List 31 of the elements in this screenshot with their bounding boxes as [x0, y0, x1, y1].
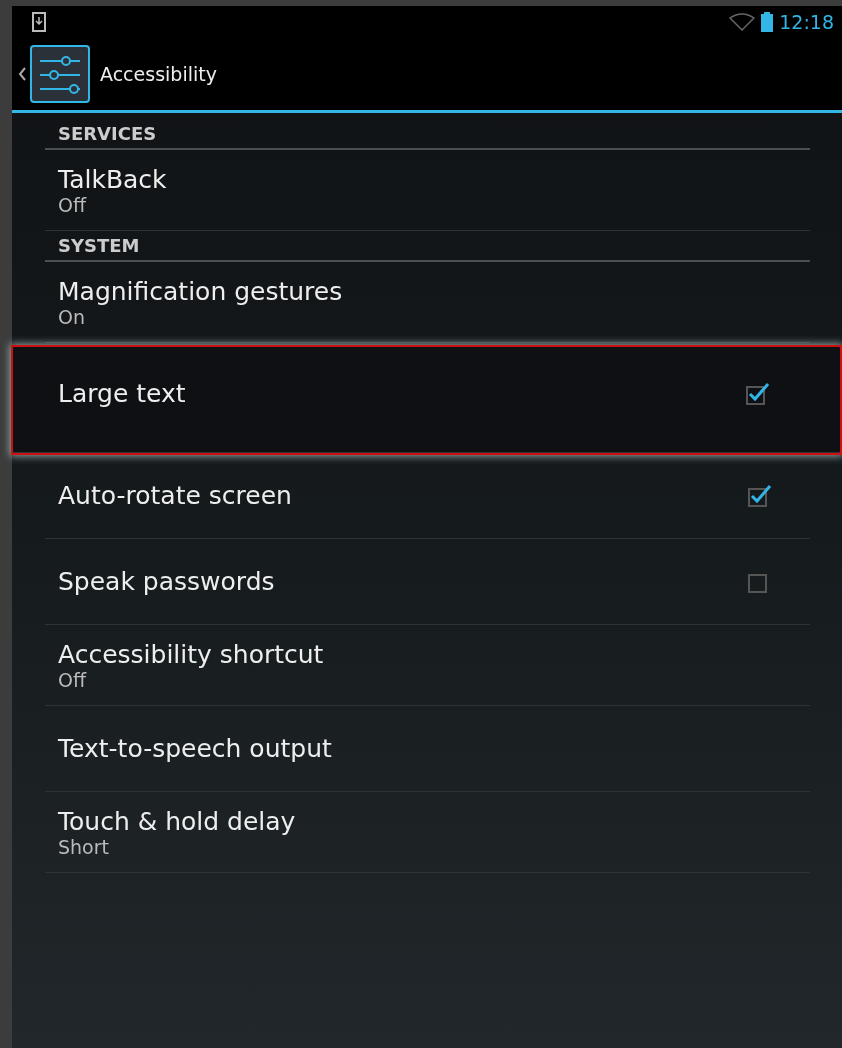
- setting-title: Auto-rotate screen: [58, 481, 292, 510]
- section-header: SYSTEM: [45, 231, 810, 262]
- screen-title: Accessibility: [100, 63, 217, 85]
- status-time: 12:18: [779, 11, 834, 33]
- setting-summary: Short: [58, 835, 110, 858]
- settings-row[interactable]: Auto-rotate screen: [45, 453, 810, 539]
- checkbox[interactable]: [744, 380, 770, 407]
- setting-title: Text-to-speech output: [58, 734, 332, 763]
- settings-row[interactable]: Speak passwords: [45, 539, 810, 625]
- settings-row[interactable]: TalkBack Off: [45, 150, 810, 231]
- battery-icon: [761, 12, 774, 32]
- setting-summary: Off: [58, 193, 88, 216]
- settings-row[interactable]: Text-to-speech output: [45, 706, 810, 792]
- setting-title: Magnification gestures: [58, 276, 343, 306]
- section-header: SERVICES: [45, 119, 810, 150]
- phone-download-icon: [32, 12, 46, 32]
- setting-title: Accessibility shortcut: [58, 639, 324, 669]
- back-caret-icon: [18, 67, 26, 81]
- setting-title: Large text: [58, 379, 186, 408]
- setting-title: Speak passwords: [58, 567, 275, 596]
- settings-row[interactable]: Large text: [13, 347, 840, 453]
- checkbox[interactable]: [746, 482, 772, 509]
- setting-title: TalkBack: [58, 164, 167, 194]
- settings-row[interactable]: Magnification gestures On: [45, 262, 810, 343]
- setting-title: Touch & hold delay: [58, 806, 296, 836]
- setting-summary: On: [58, 305, 86, 328]
- settings-row[interactable]: Accessibility shortcut Off: [45, 625, 810, 706]
- wifi-icon: [729, 13, 756, 31]
- sliders-icon[interactable]: [30, 45, 90, 103]
- setting-summary: Off: [58, 668, 88, 691]
- settings-row[interactable]: Touch & hold delay Short: [45, 792, 810, 873]
